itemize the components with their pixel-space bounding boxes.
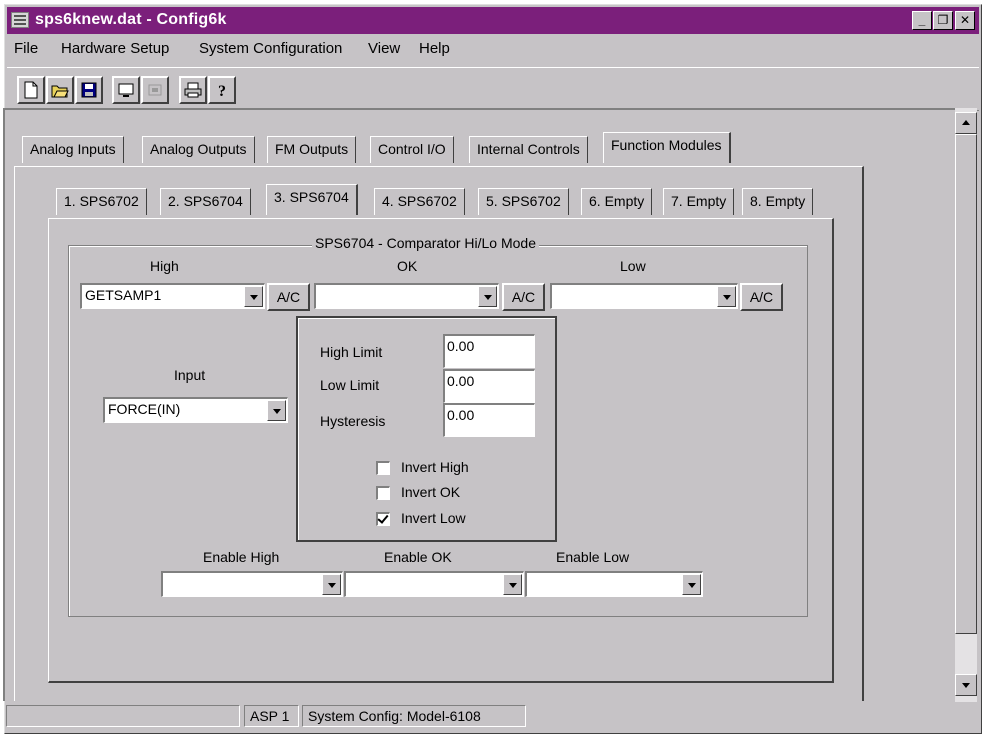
window-title: sps6knew.dat - Config6k bbox=[35, 11, 227, 28]
ok-select[interactable] bbox=[314, 283, 499, 309]
enable-low-select[interactable] bbox=[525, 571, 703, 597]
status-asp: ASP 1 bbox=[250, 708, 290, 724]
high-ac-button[interactable]: A/C bbox=[267, 283, 310, 311]
chevron-down-icon[interactable] bbox=[478, 286, 497, 307]
title-bar[interactable]: sps6knew.dat - Config6k _ ❐ ✕ bbox=[7, 7, 979, 34]
invert-low-checkbox[interactable] bbox=[376, 512, 390, 526]
high-limit-label: High Limit bbox=[320, 344, 383, 360]
status-bar: ASP 1 System Config: Model-6108 bbox=[2, 703, 974, 729]
status-cell-3: System Config: Model-6108 bbox=[302, 705, 526, 727]
ok-label: OK bbox=[397, 258, 418, 274]
chevron-down-icon[interactable] bbox=[682, 574, 701, 595]
tab-module-5[interactable]: 5. SPS6702 bbox=[478, 188, 569, 215]
tab-module-1[interactable]: 1. SPS6702 bbox=[56, 188, 147, 215]
close-icon[interactable]: ✕ bbox=[955, 11, 975, 30]
enable-high-select[interactable] bbox=[161, 571, 343, 597]
menu-file[interactable]: File bbox=[14, 40, 38, 57]
tab-module-8[interactable]: 8. Empty bbox=[742, 188, 814, 215]
tab-module-4[interactable]: 4. SPS6702 bbox=[374, 188, 465, 215]
input-select[interactable]: FORCE(IN) bbox=[103, 397, 288, 423]
chevron-down-icon[interactable] bbox=[244, 286, 263, 307]
low-select[interactable] bbox=[550, 283, 738, 309]
high-limit-value: 0.00 bbox=[447, 338, 475, 354]
invert-ok-checkbox[interactable] bbox=[376, 486, 390, 500]
menu-help[interactable]: Help bbox=[419, 40, 450, 57]
chevron-down-icon[interactable] bbox=[322, 574, 341, 595]
menu-system-configuration[interactable]: System Configuration bbox=[199, 40, 342, 57]
tab-analog-outputs[interactable]: Analog Outputs bbox=[142, 136, 255, 163]
group-title: SPS6704 - Comparator Hi/Lo Mode bbox=[312, 235, 539, 251]
ok-ac-button[interactable]: A/C bbox=[502, 283, 545, 311]
app-icon[interactable] bbox=[11, 12, 29, 28]
enable-ok-label: Enable OK bbox=[384, 549, 452, 565]
scroll-thumb[interactable] bbox=[955, 134, 977, 634]
vertical-scrollbar[interactable] bbox=[955, 108, 977, 702]
enable-high-label: Enable High bbox=[203, 549, 280, 565]
monitor-icon[interactable] bbox=[112, 76, 140, 104]
tab-function-modules[interactable]: Function Modules bbox=[603, 132, 731, 163]
tab-internal-controls[interactable]: Internal Controls bbox=[469, 136, 588, 163]
open-folder-icon[interactable] bbox=[46, 76, 74, 104]
input-select-value: FORCE(IN) bbox=[108, 401, 181, 417]
low-ac-button[interactable]: A/C bbox=[740, 283, 783, 311]
status-cell-2: ASP 1 bbox=[244, 705, 299, 727]
enable-low-label: Enable Low bbox=[556, 549, 630, 565]
invert-low-label: Invert Low bbox=[401, 510, 466, 526]
svg-text:?: ? bbox=[218, 83, 226, 99]
tab-analog-inputs[interactable]: Analog Inputs bbox=[22, 136, 124, 163]
high-limit-input[interactable]: 0.00 bbox=[443, 334, 535, 368]
menu-view[interactable]: View bbox=[368, 40, 400, 57]
invert-high-checkbox[interactable] bbox=[376, 461, 390, 475]
low-limit-value: 0.00 bbox=[447, 373, 475, 389]
help-icon[interactable]: ? bbox=[208, 76, 236, 104]
tab-module-2[interactable]: 2. SPS6704 bbox=[160, 188, 251, 215]
scroll-up-icon[interactable] bbox=[955, 112, 977, 134]
disabled-icon bbox=[141, 76, 169, 104]
low-limit-input[interactable]: 0.00 bbox=[443, 369, 535, 403]
high-select-value: GETSAMP1 bbox=[85, 287, 162, 303]
tab-module-6[interactable]: 6. Empty bbox=[581, 188, 653, 215]
high-label: High bbox=[150, 258, 179, 274]
high-select[interactable]: GETSAMP1 bbox=[80, 283, 265, 309]
tab-module-3[interactable]: 3. SPS6704 bbox=[266, 184, 358, 215]
hysteresis-label: Hysteresis bbox=[320, 413, 386, 429]
save-disk-icon[interactable] bbox=[75, 76, 103, 104]
toolbar: ? bbox=[7, 67, 979, 111]
hysteresis-value: 0.00 bbox=[447, 407, 475, 423]
tab-control-io[interactable]: Control I/O bbox=[370, 136, 454, 163]
minimize-icon[interactable]: _ bbox=[912, 11, 932, 30]
low-limit-label: Low Limit bbox=[320, 377, 380, 393]
hysteresis-input[interactable]: 0.00 bbox=[443, 403, 535, 437]
status-cell-1 bbox=[6, 705, 240, 727]
enable-ok-select[interactable] bbox=[344, 571, 524, 597]
restore-icon[interactable]: ❐ bbox=[933, 11, 953, 30]
menu-hardware-setup[interactable]: Hardware Setup bbox=[61, 40, 169, 57]
new-file-icon[interactable] bbox=[17, 76, 45, 104]
low-label: Low bbox=[620, 258, 646, 274]
tab-fm-outputs[interactable]: FM Outputs bbox=[267, 136, 357, 163]
invert-ok-label: Invert OK bbox=[401, 484, 461, 500]
chevron-down-icon[interactable] bbox=[267, 400, 286, 421]
print-icon[interactable] bbox=[179, 76, 207, 104]
tab-module-7[interactable]: 7. Empty bbox=[663, 188, 735, 215]
status-system-config: System Config: Model-6108 bbox=[308, 708, 481, 724]
chevron-down-icon[interactable] bbox=[503, 574, 522, 595]
invert-high-label: Invert High bbox=[401, 459, 469, 475]
input-label: Input bbox=[174, 367, 206, 383]
chevron-down-icon[interactable] bbox=[717, 286, 736, 307]
scroll-down-icon[interactable] bbox=[955, 674, 977, 696]
